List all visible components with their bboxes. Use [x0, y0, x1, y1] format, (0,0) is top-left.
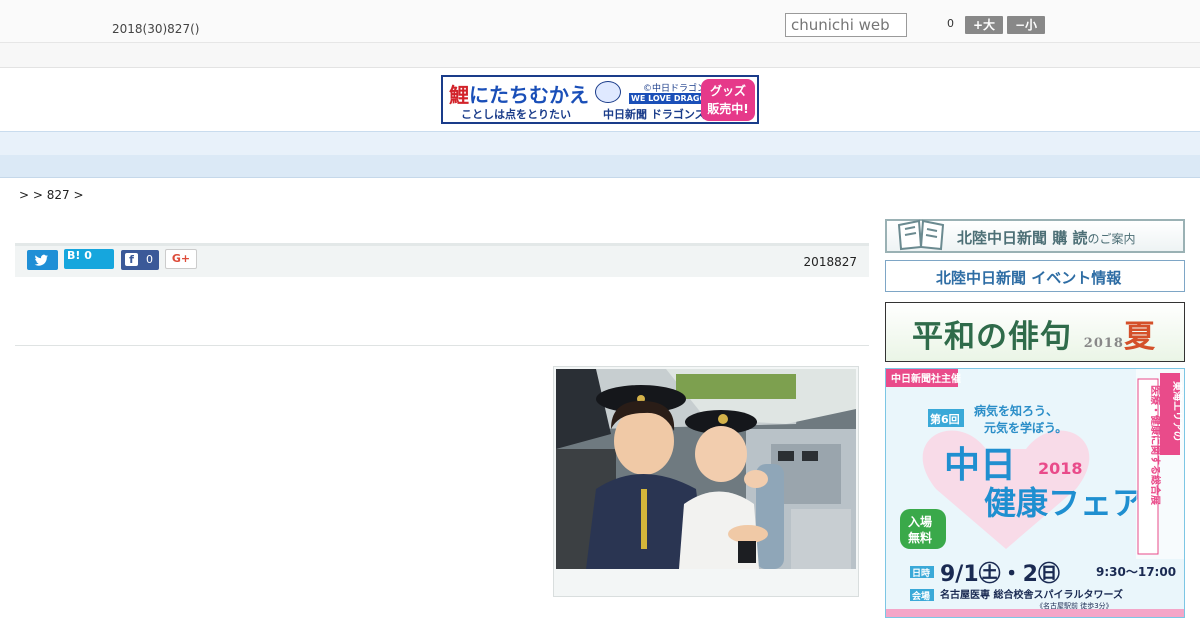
top-bar: 2018(30)827() 0 +大 −小: [0, 0, 1200, 43]
current-date: 2018(30)827(): [112, 22, 200, 36]
facebook-share-button[interactable]: f 0: [121, 250, 159, 270]
font-bigger-button[interactable]: +大: [965, 16, 1003, 34]
fair-side-text-2: 医療・健康に関する総合展: [1149, 385, 1162, 505]
search-input[interactable]: [785, 13, 907, 37]
peace-haiku-banner[interactable]: 平和の俳句 2018夏: [885, 302, 1185, 362]
twitter-share-button[interactable]: [27, 250, 58, 270]
peace-haiku-text: 平和の俳句 2018夏: [912, 319, 1156, 355]
fair-time: 9:30〜17:00: [1096, 565, 1176, 579]
fair-year: 2018: [1038, 459, 1083, 478]
article-photo[interactable]: [556, 369, 856, 569]
share-bar: B! 0 f 0 G+ 2018827: [15, 243, 869, 277]
fair-side-text-1: 東海エリアの: [1171, 381, 1184, 441]
font-size-indicator: 0: [947, 17, 954, 30]
twitter-icon: [34, 254, 49, 266]
fair-title-2: 健康フェア: [984, 484, 1144, 522]
fair-edition: 第6回: [930, 412, 960, 426]
content-divider: [15, 345, 869, 346]
subscribe-banner[interactable]: 北陸中日新聞 購 読のご案内: [885, 219, 1185, 253]
breadcrumb[interactable]: > > 827 >: [19, 188, 84, 202]
article-photo-frame: [553, 366, 859, 597]
fair-slogan-2: 元気を学ぼう。: [984, 420, 1067, 435]
fair-free-2: 無料: [908, 530, 932, 545]
fair-date-label: 日時: [912, 567, 930, 579]
font-smaller-button[interactable]: −小: [1007, 16, 1045, 34]
dragon-mascot-icon: [595, 81, 621, 103]
hatena-bookmark-button[interactable]: B! 0: [64, 249, 114, 269]
health-fair-graphic: 中日新聞社主催 第6回 病気を知ろう、 元気を学ぼう。 中日 2018 健康フェ…: [886, 369, 1184, 617]
event-info-banner[interactable]: 北陸中日新聞 イベント情報: [885, 260, 1185, 292]
fair-free-1: 入場: [908, 514, 932, 529]
banner-subline: ことしは点をとりたい: [461, 108, 571, 121]
health-fair-banner[interactable]: 中日新聞社主催 第6回 病気を知ろう、 元気を学ぼう。 中日 2018 健康フェ…: [885, 368, 1185, 618]
fair-sponsor: 中日新聞社主催: [891, 372, 961, 385]
hatena-count: 0: [84, 249, 92, 262]
train-cab-children-image: [556, 369, 856, 569]
open-book-icon: [897, 219, 945, 251]
sub-nav: [0, 155, 1200, 178]
fair-venue-label: 会場: [912, 590, 930, 602]
banner-headline: 鯉にたちむかえ: [449, 83, 589, 107]
fair-access: 《名古屋駅前 徒歩3分》: [1036, 601, 1113, 610]
fair-slogan-1: 病気を知ろう、: [974, 403, 1058, 418]
facebook-icon: f: [125, 253, 138, 266]
dragons-shop-banner[interactable]: 鯉にたちむかえ ©中日ドラゴンズ WE LOVE DRAGONS ことしは点をと…: [441, 75, 759, 124]
facebook-count: 0: [146, 253, 153, 266]
event-info-text: 北陸中日新聞 イベント情報: [936, 269, 1122, 287]
subscribe-text: 北陸中日新聞 購 読のご案内: [957, 229, 1136, 247]
sub-bar: [0, 43, 1200, 68]
hatena-icon: B!: [67, 249, 81, 262]
fair-venue: 名古屋医専 総合校舎スパイラルタワーズ: [940, 588, 1123, 601]
article-date: 2018827: [803, 255, 857, 269]
googleplus-share-button[interactable]: G+: [165, 249, 197, 269]
fair-date: 9/1㊏・2㊐: [940, 561, 1060, 587]
fair-title-1: 中日: [944, 445, 1016, 486]
goods-sale-badge: グッズ 販売中!: [701, 79, 755, 121]
main-nav: [0, 131, 1200, 155]
